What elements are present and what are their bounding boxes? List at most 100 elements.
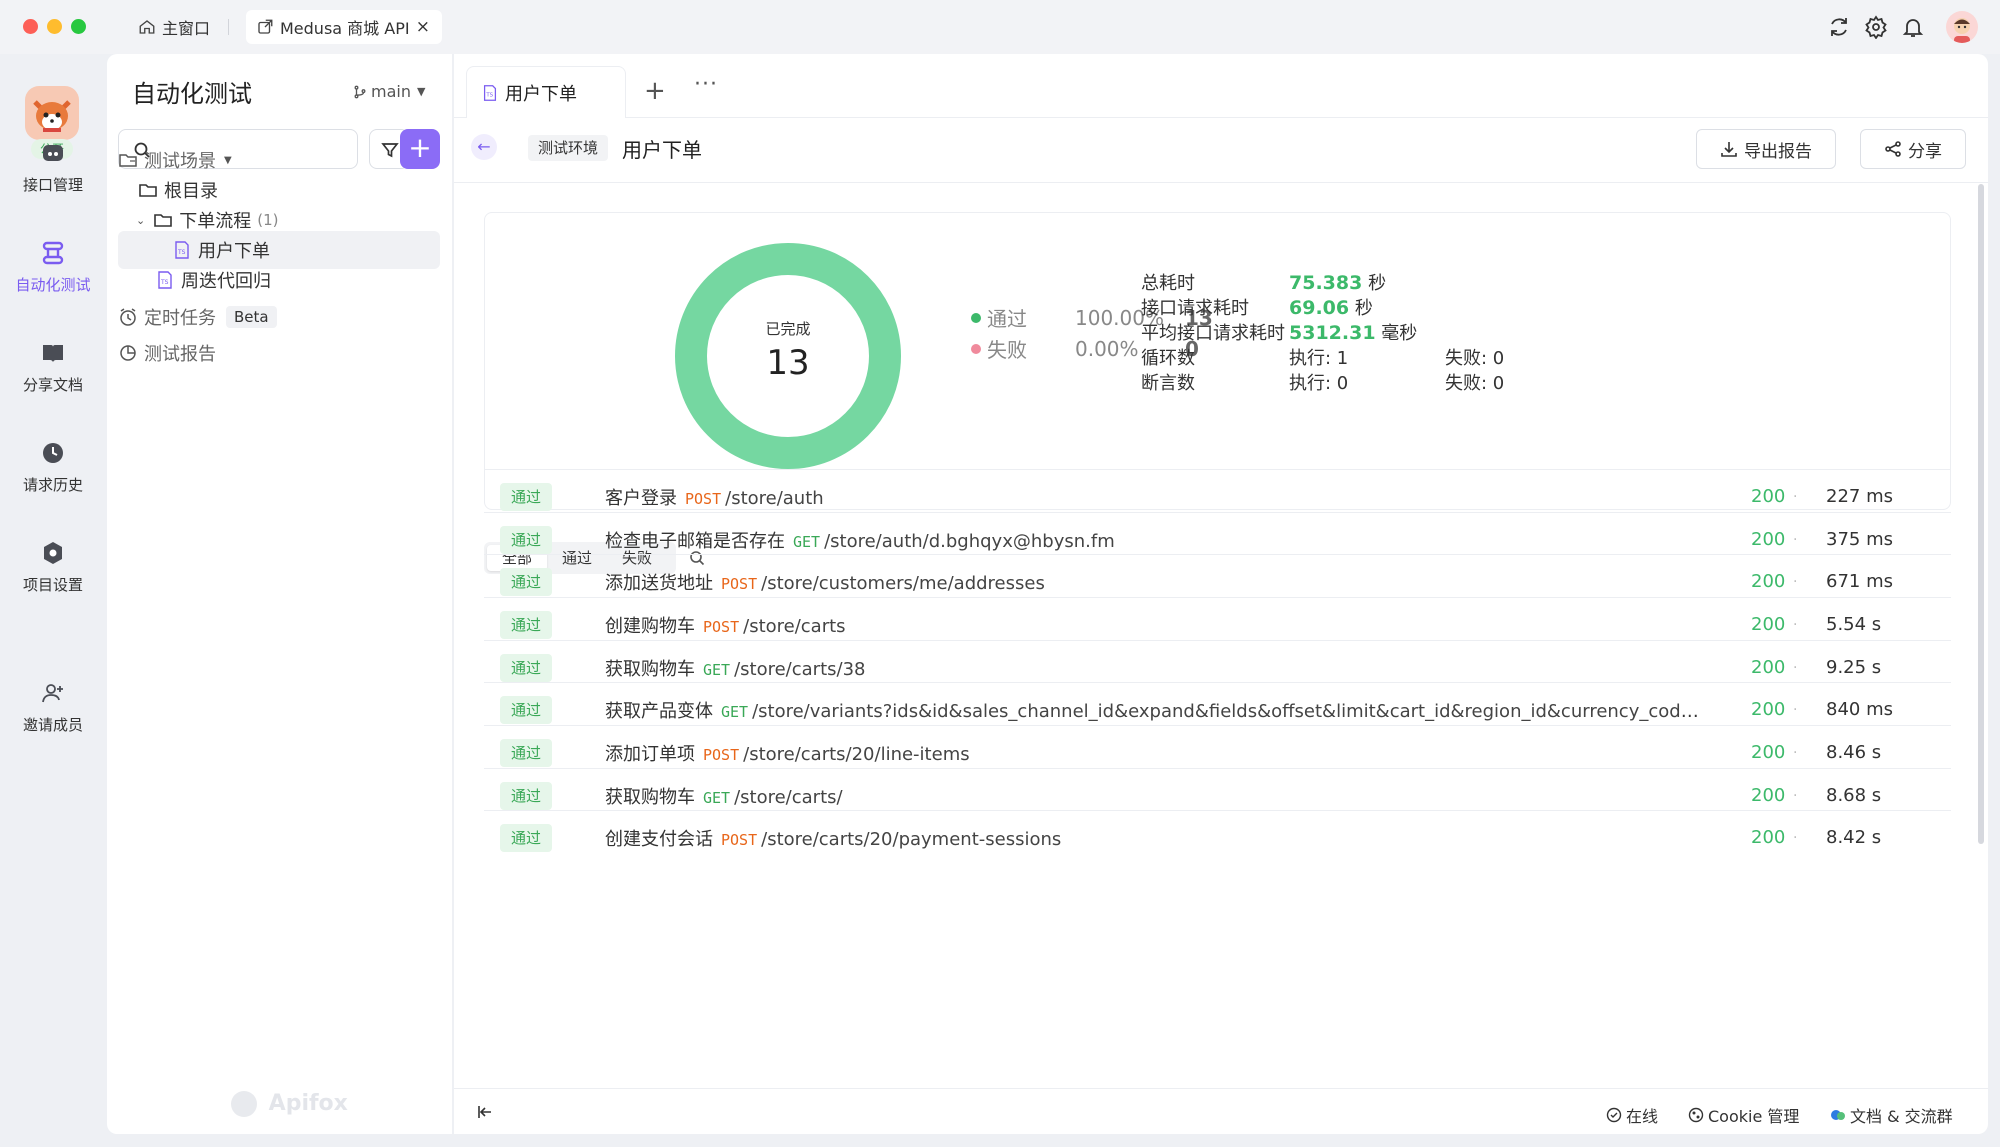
nav-invite-members[interactable]: 邀请成员 (0, 680, 106, 735)
external-project-icon (258, 19, 273, 34)
new-tab-button[interactable]: + (644, 76, 666, 106)
close-window-button[interactable] (23, 19, 38, 34)
maximize-window-button[interactable] (71, 19, 86, 34)
status-code: 200 (1751, 742, 1786, 763)
bell-icon[interactable] (1901, 15, 1925, 39)
status-code: 200 (1751, 827, 1786, 848)
stat-request-time-value: 69.06 (1289, 297, 1350, 319)
request-name: 客户登录 (605, 487, 677, 509)
folder-icon (139, 184, 157, 197)
share-icon (1885, 141, 1901, 157)
stat-request-time: 69.06 秒 (1289, 294, 1373, 320)
request-info: 检查电子邮箱是否存在 GET/store/auth/d.bghqyx@hbysn.… (605, 527, 1705, 553)
tree-order-flow-label: 下单流程 (179, 211, 252, 232)
more-options-icon[interactable]: ··· (694, 72, 718, 97)
pass-badge: 通过 (500, 482, 552, 511)
download-icon (1721, 142, 1737, 157)
stat-avg-time-unit: 毫秒 (1381, 323, 1418, 344)
nav-shared-docs[interactable]: 分享文档 (0, 340, 106, 395)
share-button[interactable]: 分享 (1860, 129, 1966, 169)
docs-community[interactable]: 文档 & 交流群 (1830, 1103, 1953, 1127)
export-report-button[interactable]: 导出报告 (1696, 129, 1836, 169)
duration: 671 ms (1826, 571, 1893, 592)
branch-selector[interactable]: main ▼ (353, 82, 425, 101)
cookie-label: Cookie 管理 (1708, 1107, 1800, 1126)
tree-test-reports-label: 测试报告 (144, 344, 216, 365)
pass-badge: 通过 (500, 695, 552, 724)
window-tab-project[interactable]: Medusa 商城 API × (246, 10, 442, 44)
http-method: POST (703, 745, 740, 764)
request-path: /store/carts/ (734, 786, 843, 808)
request-info: 获取购物车 GET/store/carts/38 (605, 655, 1705, 681)
separator-dot: · (1793, 616, 1798, 633)
branch-icon (354, 85, 366, 98)
result-row[interactable]: 通过 创建支付会话 POST/store/carts/20/payment-sess… (484, 810, 1951, 864)
pass-badge: 通过 (500, 738, 552, 767)
separator-dot: · (1793, 701, 1798, 718)
apifox-logo-icon (231, 1091, 257, 1117)
chevron-down-icon[interactable]: ⌄ (136, 214, 145, 227)
window-tab-home-label: 主窗口 (162, 19, 211, 38)
nav-api-management-label: 接口管理 (22, 176, 83, 194)
refresh-icon[interactable] (1827, 15, 1851, 39)
tab-user-order[interactable]: TS 用户下单 (466, 66, 626, 118)
duration: 5.54 s (1826, 614, 1882, 635)
nav-automation-testing[interactable]: 自动化测试 (0, 240, 106, 295)
stat-assert-label: 断言数 (1141, 373, 1195, 394)
project-logo[interactable] (25, 86, 79, 140)
environment-tag[interactable]: 测试环境 (528, 135, 609, 161)
nav-project-settings-label: 项目设置 (22, 576, 83, 594)
request-name: 获取产品变体 (605, 700, 713, 722)
request-info: 创建支付会话 POST/store/carts/20/payment-sessio… (605, 825, 1705, 851)
collapse-sidebar-icon[interactable] (476, 1103, 494, 1121)
request-name: 获取购物车 (605, 786, 695, 808)
legend-pass: 通过 100.00% 13 (971, 303, 1213, 332)
legend-fail-label: 失败 (987, 338, 1027, 362)
request-path: /store/auth (725, 487, 824, 509)
home-icon (139, 20, 155, 34)
caret-down-icon: ▼ (224, 154, 232, 166)
pass-badge: 通过 (500, 653, 552, 682)
request-name: 添加订单项 (605, 743, 695, 765)
svg-text:TS: TS (160, 279, 169, 286)
separator-dot: · (1793, 659, 1798, 676)
online-status[interactable]: 在线 (1606, 1103, 1658, 1127)
divider (454, 182, 1988, 183)
nav-api-management[interactable]: 接口管理 (0, 140, 106, 195)
ts-scenario-icon: TS (175, 241, 189, 259)
tree-test-scenarios-label: 测试场景 (144, 151, 216, 172)
duration: 8.42 s (1826, 827, 1882, 848)
ts-scenario-icon: TS (158, 271, 172, 289)
page-title: 用户下单 (622, 138, 702, 162)
cookie-management[interactable]: Cookie 管理 (1688, 1103, 1799, 1127)
stat-loop-label: 循环数 (1141, 348, 1195, 369)
nav-shared-docs-label: 分享文档 (22, 376, 83, 394)
tree-test-reports[interactable]: 测试报告 (118, 334, 440, 372)
document-tab-bar: TS 用户下单 + ··· (454, 54, 1988, 118)
nav-invite-members-label: 邀请成员 (22, 716, 83, 734)
main-panel: TS 用户下单 + ··· ← 测试环境 用户下单 导出报告 分享 已完成 13… (454, 54, 1988, 1134)
request-path: /store/carts/20/line-items (743, 743, 970, 765)
request-info: 创建购物车 POST/store/carts (605, 612, 1705, 638)
back-button[interactable]: ← (471, 134, 497, 160)
window-tab-home[interactable]: 主窗口 (138, 10, 210, 44)
pass-badge: 通过 (500, 610, 552, 639)
tree-scheduled-tasks[interactable]: 定时任务 Beta (118, 298, 440, 336)
close-tab-icon[interactable]: × (416, 17, 430, 37)
sidebar: 自动化测试 main ▼ + 测试场景 ▼ 根目录 ⌄ 下单流程 (1) TS … (107, 54, 452, 1134)
nav-automation-testing-label: 自动化测试 (15, 276, 91, 294)
left-navigation: 公开 接口管理 自动化测试 分享文档 请求历史 项目设置 邀请成员 (0, 54, 106, 1147)
svg-text:TS: TS (177, 249, 186, 256)
stat-request-time-label: 接口请求耗时 (1141, 298, 1249, 319)
pass-badge: 通过 (500, 567, 552, 596)
tree-item-weekly-regression[interactable]: TS 周迭代回归 (118, 261, 440, 299)
window-tab-project-label: Medusa 商城 API (280, 19, 410, 38)
minimize-window-button[interactable] (47, 19, 62, 34)
beta-badge: Beta (226, 306, 277, 328)
automation-icon (42, 241, 64, 265)
user-avatar[interactable] (1946, 11, 1978, 43)
nav-request-history[interactable]: 请求历史 (0, 440, 106, 495)
scrollbar[interactable] (1978, 184, 1984, 844)
settings-icon[interactable] (1864, 15, 1888, 40)
nav-project-settings[interactable]: 项目设置 (0, 540, 106, 595)
